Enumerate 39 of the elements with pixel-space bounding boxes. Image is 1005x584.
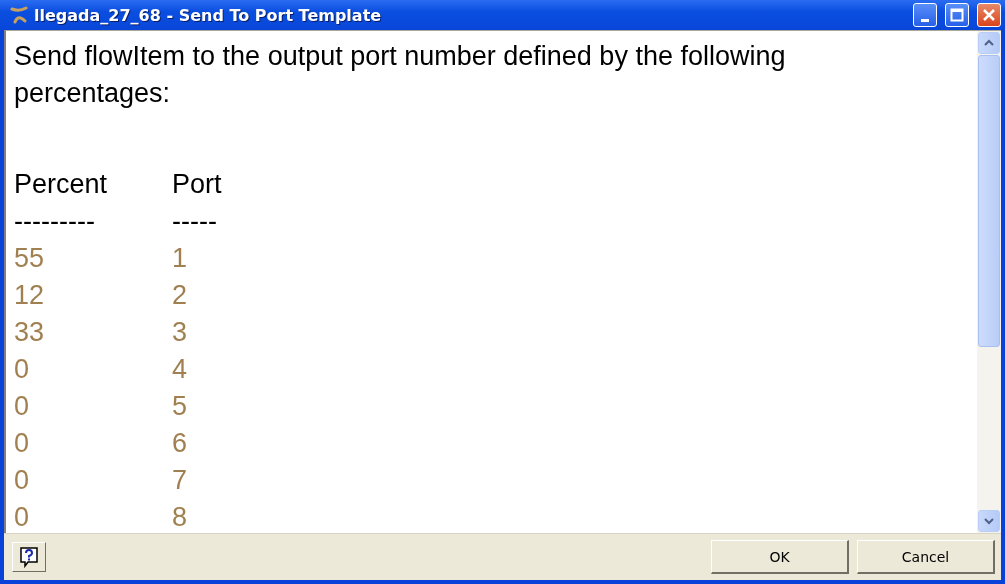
percent-value: 0 bbox=[14, 353, 31, 386]
chevron-down-icon bbox=[984, 517, 994, 525]
maximize-icon bbox=[950, 8, 964, 22]
percent-value: 0 bbox=[14, 501, 31, 533]
cancel-button[interactable]: Cancel bbox=[857, 540, 995, 574]
minimize-icon bbox=[921, 18, 929, 22]
percent-value: 33 bbox=[14, 316, 46, 349]
column-header: Percent bbox=[14, 168, 109, 201]
separator-text: --------- bbox=[14, 205, 96, 238]
percent-value: 0 bbox=[14, 390, 31, 423]
percent-value: 0 bbox=[14, 464, 31, 497]
percent-value: 12 bbox=[14, 279, 46, 312]
scroll-down-button[interactable] bbox=[978, 510, 1000, 532]
minimize-button[interactable] bbox=[913, 3, 937, 27]
separator-text: ----- bbox=[172, 205, 218, 238]
maximize-button[interactable] bbox=[945, 3, 969, 27]
chevron-up-icon bbox=[984, 39, 994, 47]
help-button[interactable] bbox=[12, 542, 46, 572]
port-value: 2 bbox=[172, 279, 189, 312]
percent-value: 55 bbox=[14, 242, 46, 275]
port-value: 4 bbox=[172, 353, 189, 386]
scroll-up-button[interactable] bbox=[978, 32, 1000, 54]
port-value: 8 bbox=[172, 501, 189, 533]
port-value: 7 bbox=[172, 464, 189, 497]
port-value: 5 bbox=[172, 390, 189, 423]
column-header: Port bbox=[172, 168, 223, 201]
close-icon bbox=[982, 8, 996, 22]
scroll-thumb[interactable] bbox=[978, 55, 1000, 347]
ok-button[interactable]: OK bbox=[711, 540, 849, 574]
port-value: 1 bbox=[172, 242, 189, 275]
description-text: Send flowItem to the output port number defined by the following percentages: bbox=[14, 40, 787, 110]
window-title: llegada_27_68 - Send To Port Template bbox=[34, 5, 383, 25]
help-icon bbox=[19, 546, 39, 568]
percent-value: 0 bbox=[14, 427, 31, 460]
app-logo-icon bbox=[10, 6, 28, 24]
port-value: 6 bbox=[172, 427, 189, 460]
scrollbar[interactable] bbox=[977, 31, 1001, 533]
close-button[interactable] bbox=[977, 3, 1001, 27]
port-value: 3 bbox=[172, 316, 189, 349]
